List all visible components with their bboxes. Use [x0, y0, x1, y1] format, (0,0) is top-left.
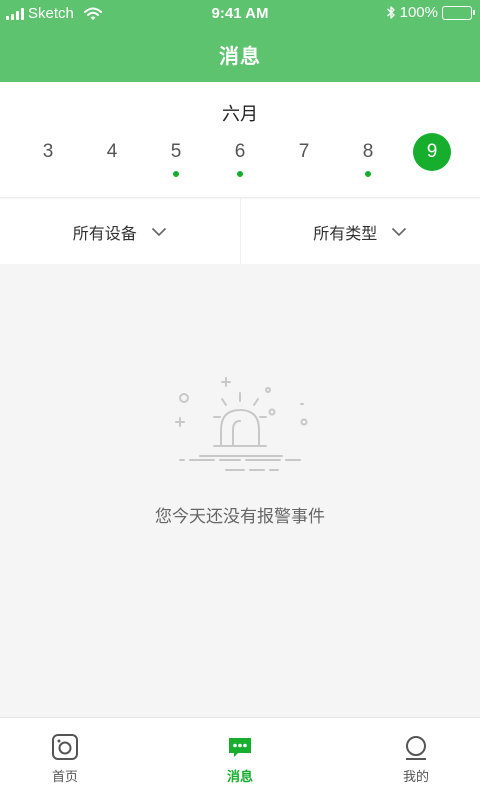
day-6[interactable]: 6 — [220, 132, 260, 172]
header: Sketch 9:41 AM 100% 消息 — [0, 0, 480, 82]
month-label: 六月 — [222, 104, 258, 125]
camera-icon — [50, 732, 80, 762]
empty-message: 您今天还没有报警事件 — [155, 507, 325, 527]
battery-icon — [442, 5, 475, 20]
day-5[interactable]: 5 — [156, 132, 196, 172]
date-selector: 六月 3 4 5 6 7 8 9 — [0, 82, 480, 198]
day-4[interactable]: 4 — [92, 132, 132, 172]
day-7[interactable]: 7 — [284, 132, 324, 172]
alarm-light-icon — [175, 377, 308, 471]
page-title: 消息 — [219, 44, 261, 68]
tab-home-label: 首页 — [51, 770, 78, 785]
chat-bubble-icon — [225, 732, 255, 762]
chevron-down-icon — [151, 227, 166, 236]
type-filter-label: 所有类型 — [313, 223, 378, 243]
day-3[interactable]: 3 — [28, 132, 68, 172]
tab-messages-label: 消息 — [226, 770, 253, 785]
alert-dot — [365, 171, 371, 177]
alert-dot — [237, 171, 243, 177]
status-bar: Sketch 9:41 AM 100% — [0, 0, 480, 28]
chevron-down-icon — [392, 227, 407, 236]
filter-bar: 所有设备 所有类型 — [0, 199, 480, 264]
tab-messages[interactable]: 消息 — [200, 732, 280, 785]
bluetooth-icon — [386, 6, 395, 19]
type-filter-dropdown[interactable]: 所有类型 — [239, 199, 480, 264]
tab-me-label: 我的 — [402, 770, 429, 785]
device-filter-label: 所有设备 — [72, 223, 137, 243]
empty-state: 您今天还没有报警事件 — [0, 264, 480, 717]
device-filter-dropdown[interactable]: 所有设备 — [0, 199, 240, 264]
alert-dot — [173, 171, 179, 177]
user-icon — [401, 732, 431, 762]
tab-me[interactable]: 我的 — [376, 732, 456, 785]
battery-percent: 100% — [399, 4, 438, 21]
status-right: 100% — [386, 4, 475, 21]
tab-home[interactable]: 首页 — [25, 732, 105, 785]
tab-bar: 首页 消息 我的 — [0, 717, 480, 800]
day-8[interactable]: 8 — [348, 132, 388, 172]
day-9-selected[interactable]: 9 — [413, 133, 451, 171]
